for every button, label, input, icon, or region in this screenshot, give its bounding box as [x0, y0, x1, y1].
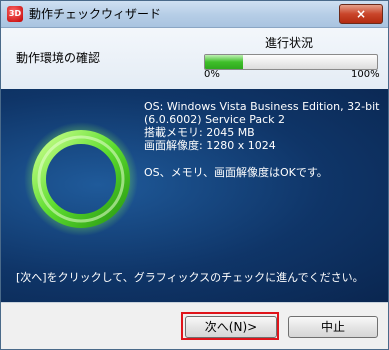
environment-check-heading: 動作環境の確認	[16, 51, 101, 65]
check-result-text: OS、メモリ、画面解像度はOKです。	[144, 166, 328, 179]
title-bar[interactable]: 3D 動作チェックウィザード ×	[1, 1, 388, 28]
status-panel: 動作環境の確認 進行状況 0% 100%	[1, 28, 388, 89]
progress-bar	[204, 54, 378, 70]
status-ring-icon	[24, 122, 138, 236]
instruction-text: [次へ]をクリックして、グラフィックスのチェックに進んでください。	[16, 271, 364, 284]
progress-max-label: 100%	[351, 69, 380, 80]
check-result-panel: OS: Windows Vista Business Edition, 32-b…	[1, 89, 388, 302]
window-title: 動作チェックウィザード	[29, 7, 162, 21]
system-info: OS: Windows Vista Business Edition, 32-b…	[144, 100, 380, 179]
progress-min-label: 0%	[204, 69, 220, 80]
os-info-line1: OS: Windows Vista Business Edition, 32-b…	[144, 100, 380, 113]
next-button[interactable]: 次へ(N)>	[185, 316, 277, 338]
button-bar: 次へ(N)> 中止	[1, 302, 388, 349]
wizard-window: 3D 動作チェックウィザード × 動作環境の確認 進行状況 0% 100% OS…	[0, 0, 389, 350]
app-logo-icon: 3D	[7, 6, 23, 22]
resolution-info: 画面解像度: 1280 x 1024	[144, 139, 276, 152]
cancel-button[interactable]: 中止	[288, 316, 378, 338]
progress-fill	[205, 55, 243, 69]
os-info-line2: (6.0.6002) Service Pack 2	[144, 113, 286, 126]
close-button[interactable]: ×	[339, 4, 383, 24]
memory-info: 搭載メモリ: 2045 MB	[144, 126, 255, 139]
progress-label: 進行状況	[265, 36, 314, 50]
